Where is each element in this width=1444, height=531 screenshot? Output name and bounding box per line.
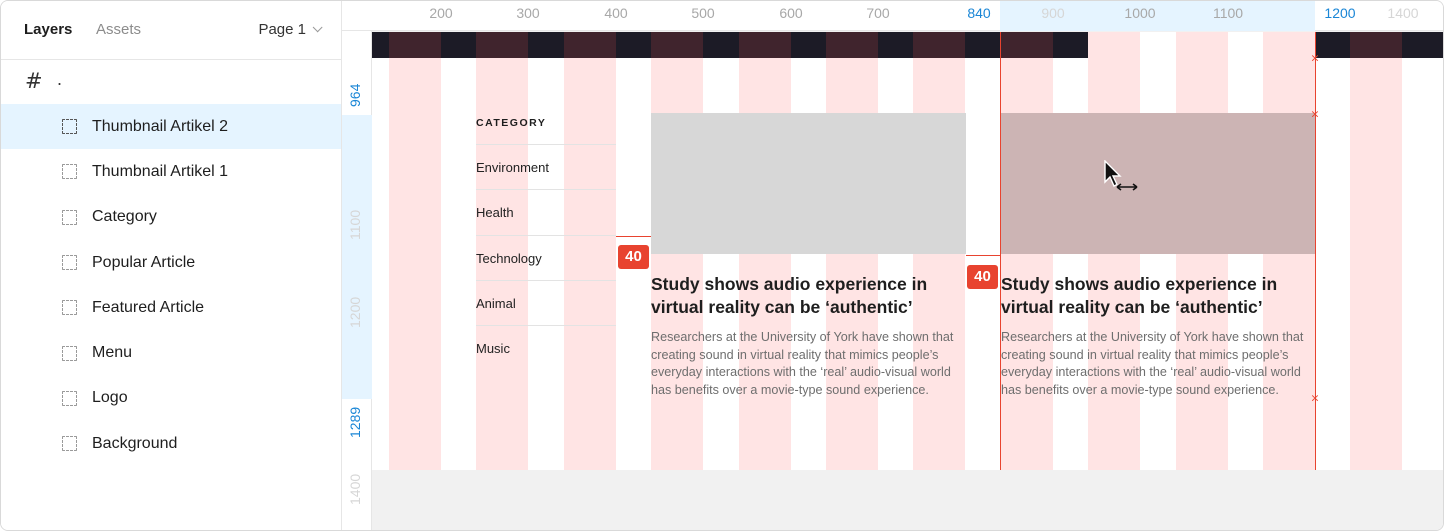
- layout-grid-icon: [62, 436, 77, 452]
- ruler-tick: 300: [516, 5, 540, 21]
- layout-grid-column: [389, 32, 441, 470]
- frame-name: .: [57, 69, 63, 89]
- ruler-tick: 500: [691, 5, 715, 21]
- thumbnail-image-2[interactable]: [1001, 113, 1316, 254]
- layer-label: Thumbnail Artikel 1: [92, 162, 229, 180]
- layer-label: Category: [92, 208, 157, 226]
- layer-item-featured-article[interactable]: Featured Article: [1, 285, 341, 330]
- layout-grid-icon: [62, 390, 77, 406]
- category-item[interactable]: Animal: [476, 279, 616, 325]
- ruler-tick: 400: [604, 5, 628, 21]
- ruler-tick: 1100: [1212, 5, 1244, 21]
- thumbnail-image-1[interactable]: [651, 113, 966, 254]
- tab-layers[interactable]: Layers: [24, 21, 72, 38]
- layout-grid-icon: [62, 345, 77, 361]
- design-editor-window: Layers Assets Page 1 # . Thumbnail Artik…: [0, 0, 1444, 531]
- ruler-tick-selection-end: 1200: [1324, 5, 1356, 21]
- ruler-tick: 1000: [1124, 5, 1156, 21]
- category-item[interactable]: Health: [476, 189, 616, 234]
- article-excerpt-2: Researchers at the University of York ha…: [1001, 330, 1304, 397]
- layer-label: Popular Article: [92, 253, 196, 271]
- chevron-down-icon: [312, 22, 323, 33]
- ruler-tick: 600: [779, 5, 803, 21]
- layout-grid-icon: [62, 164, 77, 180]
- layer-item-popular-article[interactable]: Popular Article: [1, 240, 341, 285]
- layer-label: Background: [92, 434, 178, 452]
- article-title-2[interactable]: Study shows audio experience in virtual …: [1001, 273, 1316, 319]
- ruler-tick-selection-end: 1289: [347, 406, 363, 438]
- spacing-guide-1: [616, 236, 651, 237]
- layer-item-thumbnail-artikel-1[interactable]: Thumbnail Artikel 1: [1, 149, 341, 194]
- page-selector-label: Page 1: [258, 21, 306, 38]
- article-title-1[interactable]: Study shows audio experience in virtual …: [651, 273, 966, 319]
- ruler-tick-selection-start: 964: [347, 83, 363, 107]
- category-item[interactable]: Music: [476, 325, 616, 370]
- ruler-selection-highlight: [342, 115, 372, 399]
- layout-grid-icon: [62, 119, 77, 135]
- layer-item-background[interactable]: Background: [1, 421, 341, 466]
- panel-header: Layers Assets Page 1: [1, 1, 341, 60]
- ruler-tick: 900: [1041, 5, 1065, 21]
- layout-grid-icon: [62, 209, 77, 225]
- spacing-badge: 40: [618, 245, 649, 269]
- selection-guide-left: [1000, 32, 1001, 470]
- ruler-tick: 700: [866, 5, 890, 21]
- ruler-tick: 200: [429, 5, 453, 21]
- layer-label: Thumbnail Artikel 2: [92, 117, 229, 135]
- layout-grid-column: [1350, 32, 1402, 470]
- category-item[interactable]: Technology: [476, 234, 616, 280]
- layout-grid-icon: [62, 300, 77, 316]
- layer-frame-root[interactable]: # .: [1, 61, 341, 104]
- ruler-tick-selection-start: 840: [967, 5, 991, 21]
- ruler-tick: 1400: [1387, 5, 1419, 21]
- layer-item-logo[interactable]: Logo: [1, 376, 341, 421]
- spacing-badge: 40: [967, 265, 998, 289]
- layer-list: Thumbnail Artikel 2 Thumbnail Artikel 1 …: [1, 104, 341, 466]
- ruler-horizontal[interactable]: 200 300 400 500 600 700 840 900 1000 110…: [342, 1, 1443, 31]
- category-item[interactable]: Environment: [476, 144, 616, 189]
- layer-label: Featured Article: [92, 298, 205, 316]
- layer-item-menu[interactable]: Menu: [1, 330, 341, 375]
- hash-icon: #: [25, 69, 43, 93]
- ruler-tick: 1200: [347, 296, 363, 328]
- layer-item-category[interactable]: Category: [1, 195, 341, 240]
- ruler-tick: 1400: [347, 473, 363, 505]
- tab-assets[interactable]: Assets: [96, 21, 141, 38]
- cursor-resize-icon: [1104, 160, 1138, 191]
- anchor-x-icon: ×: [1310, 51, 1320, 65]
- design-canvas[interactable]: 200 300 400 500 600 700 840 900 1000 110…: [342, 1, 1443, 530]
- layers-panel: Layers Assets Page 1 # . Thumbnail Artik…: [1, 1, 342, 530]
- layout-grid-icon: [62, 255, 77, 271]
- category-sidebar[interactable]: CATEGORY Environment Health Technology A…: [476, 113, 616, 370]
- anchor-x-icon: ×: [1310, 107, 1320, 121]
- anchor-x-icon: ×: [1310, 391, 1320, 405]
- page-selector[interactable]: Page 1: [258, 21, 323, 38]
- layer-label: Logo: [92, 389, 128, 407]
- ruler-vertical[interactable]: 964 1100 1200 1289 1400: [342, 31, 372, 530]
- layer-item-thumbnail-artikel-2[interactable]: Thumbnail Artikel 2: [1, 104, 341, 150]
- category-title: CATEGORY: [476, 117, 547, 129]
- ruler-tick: 1100: [347, 209, 363, 240]
- article-excerpt-1: Researchers at the University of York ha…: [651, 330, 954, 397]
- artboard-frame[interactable]: CATEGORY Environment Health Technology A…: [372, 32, 1443, 470]
- spacing-guide-2: [966, 255, 1001, 256]
- layer-label: Menu: [92, 344, 133, 362]
